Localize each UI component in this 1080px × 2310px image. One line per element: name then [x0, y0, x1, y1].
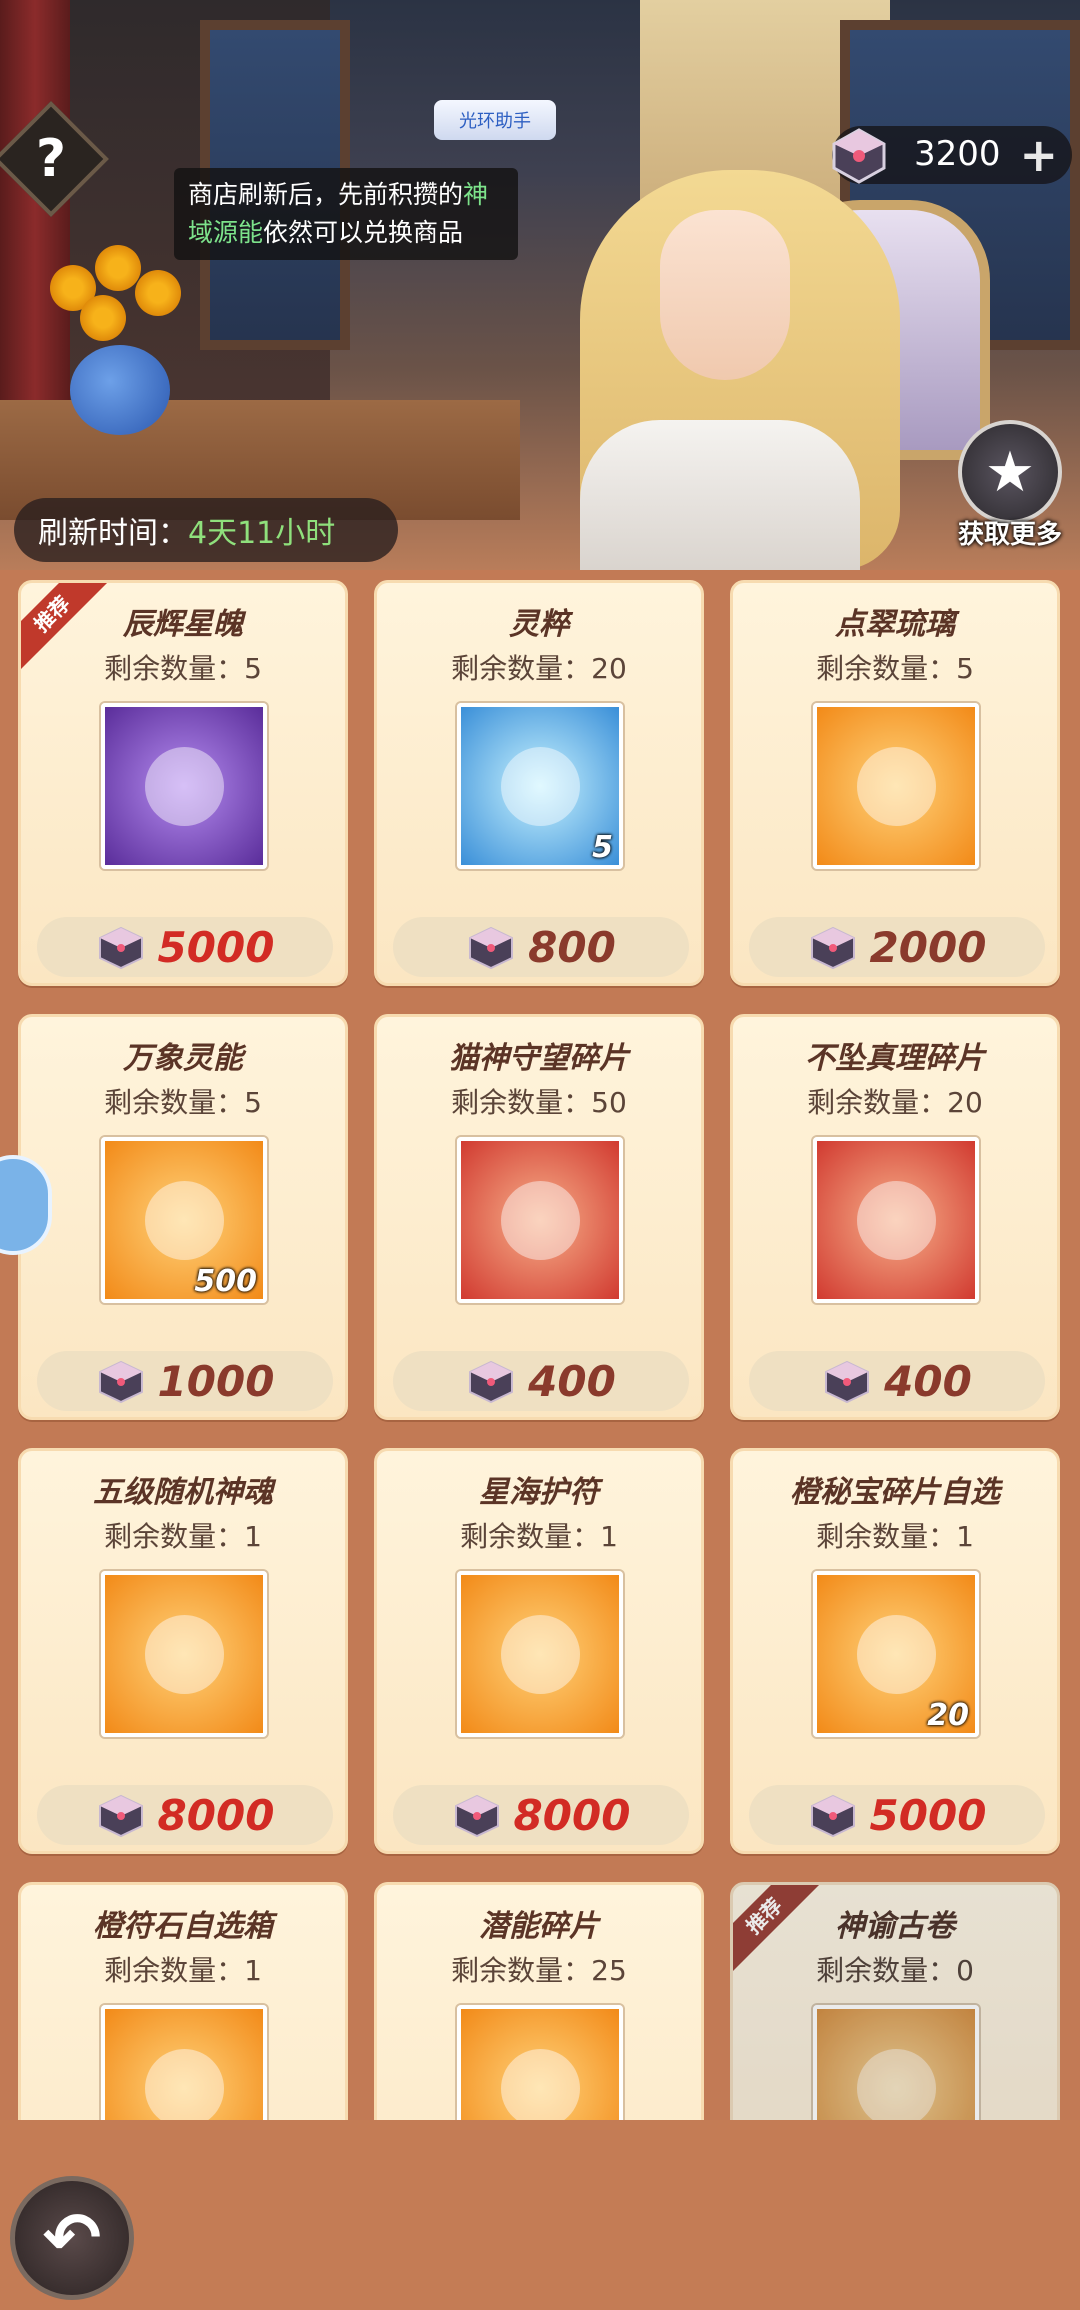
price-value: 2000: [869, 922, 987, 972]
item-remaining: 剩余数量：20: [807, 1086, 983, 1119]
item-remaining: 剩余数量：50: [451, 1086, 627, 1119]
item-icon: [457, 1571, 623, 1737]
item-remaining: 剩余数量：1: [816, 1520, 974, 1553]
refresh-label: 刷新时间：: [38, 516, 188, 551]
item-name: 猫神守望碎片: [449, 1041, 629, 1076]
price-value: 400: [528, 1356, 616, 1406]
shop-item-card[interactable]: 五级随机神魂 剩余数量：1 8000: [18, 1448, 348, 1854]
buy-price-button[interactable]: 8000: [393, 1785, 689, 1845]
buy-price-button[interactable]: 1000: [37, 1351, 333, 1411]
item-remaining: 剩余数量：0: [816, 1954, 974, 1987]
shopkeeper-character: [540, 150, 940, 570]
item-name: 潜能碎片: [479, 1909, 599, 1944]
gem-chest-icon: [469, 926, 514, 970]
item-remaining: 剩余数量：5: [104, 1086, 262, 1119]
shop-item-card[interactable]: 推荐 辰辉星魄 剩余数量：5 5000: [18, 580, 348, 986]
item-name: 点翠琉璃: [835, 607, 955, 642]
shop-item-card[interactable]: 不坠真理碎片 剩余数量：20 400: [730, 1014, 1060, 1420]
bottom-bar: [0, 2120, 1080, 2310]
item-remaining: 剩余数量：20: [451, 652, 627, 685]
price-value: 400: [884, 1356, 972, 1406]
gem-chest-icon: [98, 926, 143, 970]
item-count: 20: [927, 1698, 969, 1733]
star-icon: ★: [958, 420, 1062, 524]
shop-item-card[interactable]: 星海护符剩余数量：1 8000: [374, 1448, 704, 1854]
currency-display: 3200 +: [832, 126, 1072, 184]
item-count: 500: [194, 1264, 257, 1299]
back-button[interactable]: ↶: [10, 2176, 134, 2300]
buy-price-button[interactable]: 5000: [37, 917, 333, 977]
refresh-timer: 刷新时间： 4天11小时: [14, 498, 398, 562]
item-name: 五级随机神魂: [93, 1475, 273, 1510]
assistant-badge[interactable]: 光环助手: [434, 100, 556, 140]
item-remaining: 剩余数量：1: [104, 1954, 262, 1987]
refresh-value: 4天11小时: [188, 516, 336, 551]
shop-item-card[interactable]: 点翠琉璃剩余数量：5 2000: [730, 580, 1060, 986]
price-value: 5000: [869, 1790, 987, 1840]
item-remaining: 剩余数量：25: [451, 1954, 627, 1987]
item-name: 辰辉星魄: [123, 607, 243, 642]
shop-item-card[interactable]: 万象灵能剩余数量：5 500 1000: [18, 1014, 348, 1420]
buy-price-button[interactable]: 400: [393, 1351, 689, 1411]
gem-chest-icon: [810, 1794, 855, 1838]
gem-chest-icon: [469, 1360, 514, 1404]
item-remaining: 剩余数量：1: [104, 1520, 262, 1553]
item-icon: [457, 1137, 623, 1303]
question-icon: ?: [35, 129, 67, 189]
item-icon: [101, 1571, 267, 1737]
header-illustration: [0, 0, 1080, 570]
gem-chest-icon: [98, 1794, 143, 1838]
buy-price-button[interactable]: 8000: [37, 1785, 333, 1845]
price-value: 5000: [157, 922, 275, 972]
item-count: 5: [592, 830, 613, 865]
item-name: 橙秘宝碎片自选: [790, 1475, 1000, 1510]
item-name: 神谕古卷: [835, 1909, 955, 1944]
gem-chest-icon: [810, 926, 855, 970]
price-value: 8000: [157, 1790, 275, 1840]
gem-chest-icon: [825, 1360, 870, 1404]
item-name: 灵粹: [509, 607, 569, 642]
item-name: 不坠真理碎片: [805, 1041, 985, 1076]
info-tooltip: 商店刷新后，先前积攒的神域源能依然可以兑换商品: [174, 168, 518, 260]
gem-chest-icon: [98, 1360, 143, 1404]
get-more-button[interactable]: ★ 获取更多: [940, 420, 1080, 551]
price-value: 1000: [157, 1356, 275, 1406]
buy-price-button[interactable]: 2000: [749, 917, 1045, 977]
shop-item-card[interactable]: 猫神守望碎片 剩余数量：50 400: [374, 1014, 704, 1420]
item-remaining: 剩余数量：5: [104, 652, 262, 685]
item-icon: [813, 1137, 979, 1303]
item-name: 星海护符: [479, 1475, 599, 1510]
gem-chest-icon: [832, 128, 886, 184]
shop-item-card[interactable]: 橙秘宝碎片自选 剩余数量：1 20 5000: [730, 1448, 1060, 1854]
item-name: 万象灵能: [123, 1041, 243, 1076]
back-arrow-icon: ↶: [42, 2197, 102, 2279]
buy-price-button[interactable]: 800: [393, 917, 689, 977]
item-name: 橙符石自选箱: [93, 1909, 273, 1944]
currency-amount: 3200: [914, 134, 1001, 174]
item-icon: [101, 703, 267, 869]
item-icon: [813, 703, 979, 869]
item-icon: 500: [101, 1137, 267, 1303]
item-remaining: 剩余数量：1: [460, 1520, 618, 1553]
item-remaining: 剩余数量：5: [816, 652, 974, 685]
item-icon: 20: [813, 1571, 979, 1737]
shop-item-card[interactable]: 灵粹剩余数量：20 5 800: [374, 580, 704, 986]
item-icon: 5: [457, 703, 623, 869]
gem-chest-icon: [454, 1794, 499, 1838]
price-value: 800: [528, 922, 616, 972]
buy-price-button[interactable]: 400: [749, 1351, 1045, 1411]
get-more-label: 获取更多: [957, 520, 1062, 550]
add-currency-button[interactable]: +: [1019, 128, 1058, 182]
price-value: 8000: [513, 1790, 631, 1840]
buy-price-button[interactable]: 5000: [749, 1785, 1045, 1845]
